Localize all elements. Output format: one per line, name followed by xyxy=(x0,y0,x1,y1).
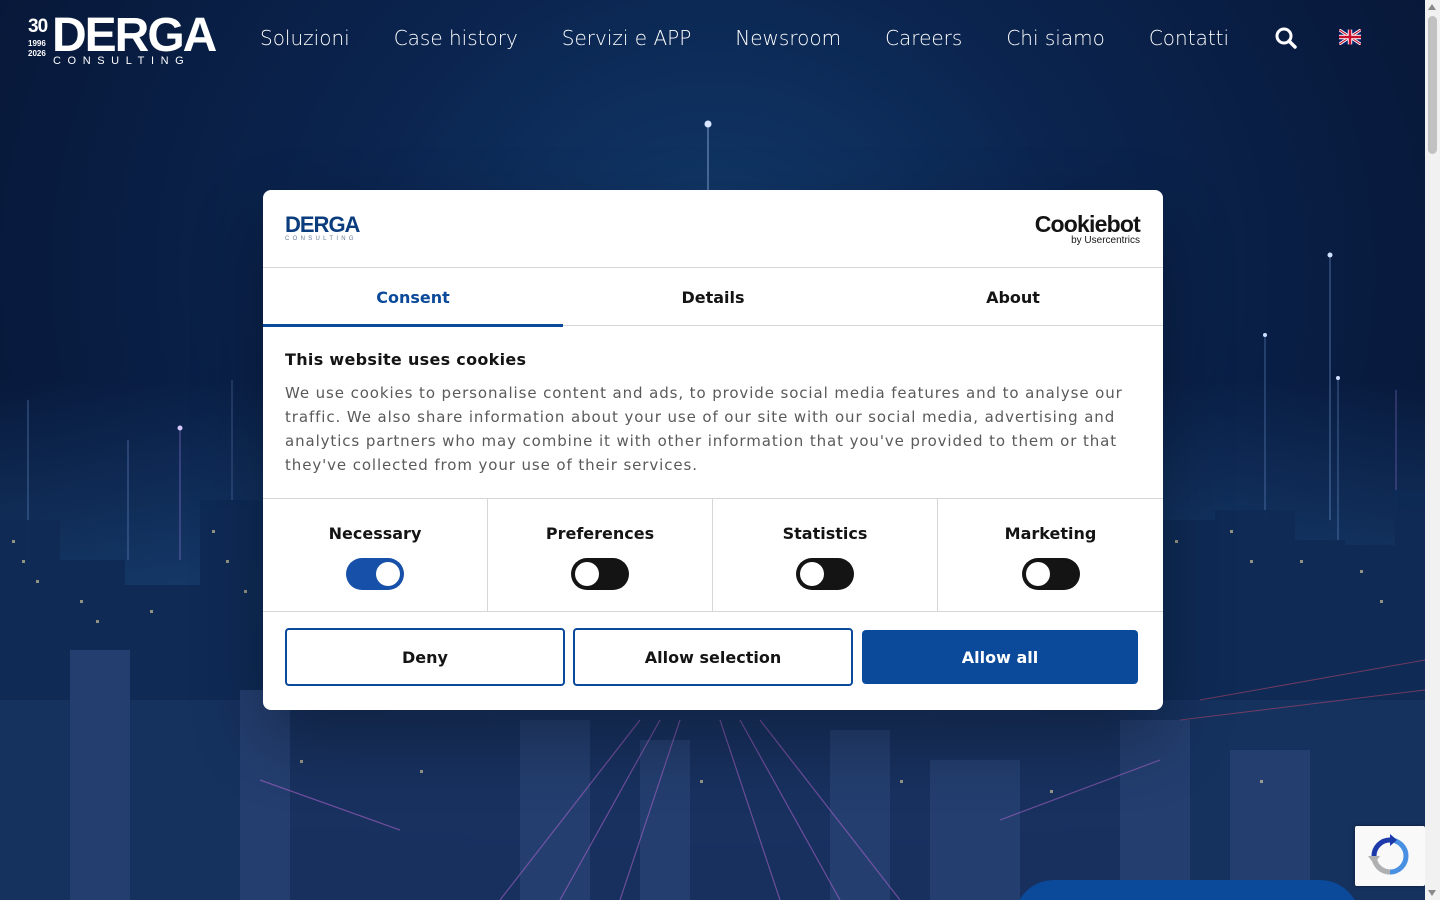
dialog-tabs: Consent Details About xyxy=(263,268,1163,327)
uk-flag-icon[interactable] xyxy=(1339,29,1361,45)
scroll-up-arrow-icon[interactable] xyxy=(1428,4,1436,10)
category-label: Necessary xyxy=(328,524,422,543)
bottom-blue-tab[interactable] xyxy=(1014,880,1360,900)
category-label: Statistics xyxy=(782,524,868,543)
deny-button[interactable]: Deny xyxy=(285,628,565,686)
nav-item-soluzioni[interactable]: Soluzioni xyxy=(260,24,350,52)
logo-years: 1996 2026 xyxy=(28,39,46,59)
tab-about[interactable]: About xyxy=(863,268,1163,326)
scroll-down-arrow-icon[interactable] xyxy=(1428,890,1436,896)
preferences-toggle[interactable] xyxy=(571,558,629,590)
dialog-description: We use cookies to personalise content an… xyxy=(285,384,1123,474)
category-preferences: Preferences xyxy=(488,499,713,612)
nav-item-case-history[interactable]: Case history xyxy=(394,24,518,52)
scroll-thumb[interactable] xyxy=(1428,16,1437,154)
cookiebot-logo[interactable]: Cookiebot by Usercentrics xyxy=(1034,211,1141,246)
allow-all-button[interactable]: Allow all xyxy=(862,630,1138,684)
dialog-logo-brand: DERGA xyxy=(285,212,360,237)
nav-item-careers[interactable]: Careers xyxy=(885,24,962,52)
dialog-header: DERGA CONSULTING Cookiebot by Usercentri… xyxy=(263,190,1163,268)
necessary-toggle[interactable] xyxy=(346,558,404,590)
cookiebot-name: Cookiebot xyxy=(1034,211,1141,237)
logo-sub: CONSULTING xyxy=(53,55,191,67)
cookie-consent-dialog: DERGA CONSULTING Cookiebot by Usercentri… xyxy=(263,190,1163,710)
recaptcha-badge[interactable] xyxy=(1355,826,1425,886)
marketing-toggle[interactable] xyxy=(1021,558,1080,590)
logo-anniversary: 30 xyxy=(28,16,48,37)
dialog-title: This website uses cookies xyxy=(285,350,527,369)
nav-item-contatti[interactable]: Contatti xyxy=(1149,24,1229,52)
dialog-derga-logo: DERGA CONSULTING xyxy=(285,212,360,243)
nav-item-chi-siamo[interactable]: Chi siamo xyxy=(1006,24,1105,52)
derga-logo[interactable]: 30 1996 2026 DERGA CONSULTING xyxy=(28,9,217,70)
recaptcha-icon xyxy=(1368,834,1409,875)
nav-item-newsroom[interactable]: Newsroom xyxy=(735,24,841,52)
cookiebot-byline: by Usercentrics xyxy=(1071,235,1140,246)
category-label: Marketing xyxy=(1004,524,1097,543)
allow-selection-button[interactable]: Allow selection xyxy=(573,628,853,686)
tab-details[interactable]: Details xyxy=(563,268,863,326)
category-statistics: Statistics xyxy=(713,499,938,612)
page-scrollbar[interactable] xyxy=(1425,0,1440,900)
nav-item-servizi[interactable]: Servizi e APP xyxy=(562,24,692,52)
dialog-body: This website uses cookies We use cookies… xyxy=(285,350,1135,477)
main-nav: Soluzioni Case history Servizi e APP New… xyxy=(260,24,1273,52)
site-header: 30 1996 2026 DERGA CONSULTING Soluzioni … xyxy=(0,0,1425,80)
statistics-toggle[interactable] xyxy=(796,558,854,590)
tab-consent[interactable]: Consent xyxy=(263,268,563,327)
category-marketing: Marketing xyxy=(938,499,1163,612)
category-necessary: Necessary xyxy=(263,499,488,612)
dialog-buttons: Deny Allow selection Allow all xyxy=(285,628,1138,686)
dialog-logo-sub: CONSULTING xyxy=(285,236,357,242)
category-label: Preferences xyxy=(545,524,655,543)
logo-year-end: 2026 xyxy=(28,49,46,58)
consent-categories: Necessary Preferences Statistics Marketi… xyxy=(263,498,1163,612)
toggle-knob xyxy=(376,562,400,586)
toggle-knob xyxy=(575,562,599,586)
logo-year-start: 1996 xyxy=(28,39,46,48)
search-icon[interactable] xyxy=(1274,26,1298,50)
toggle-knob xyxy=(1025,562,1050,586)
toggle-knob xyxy=(800,562,824,586)
